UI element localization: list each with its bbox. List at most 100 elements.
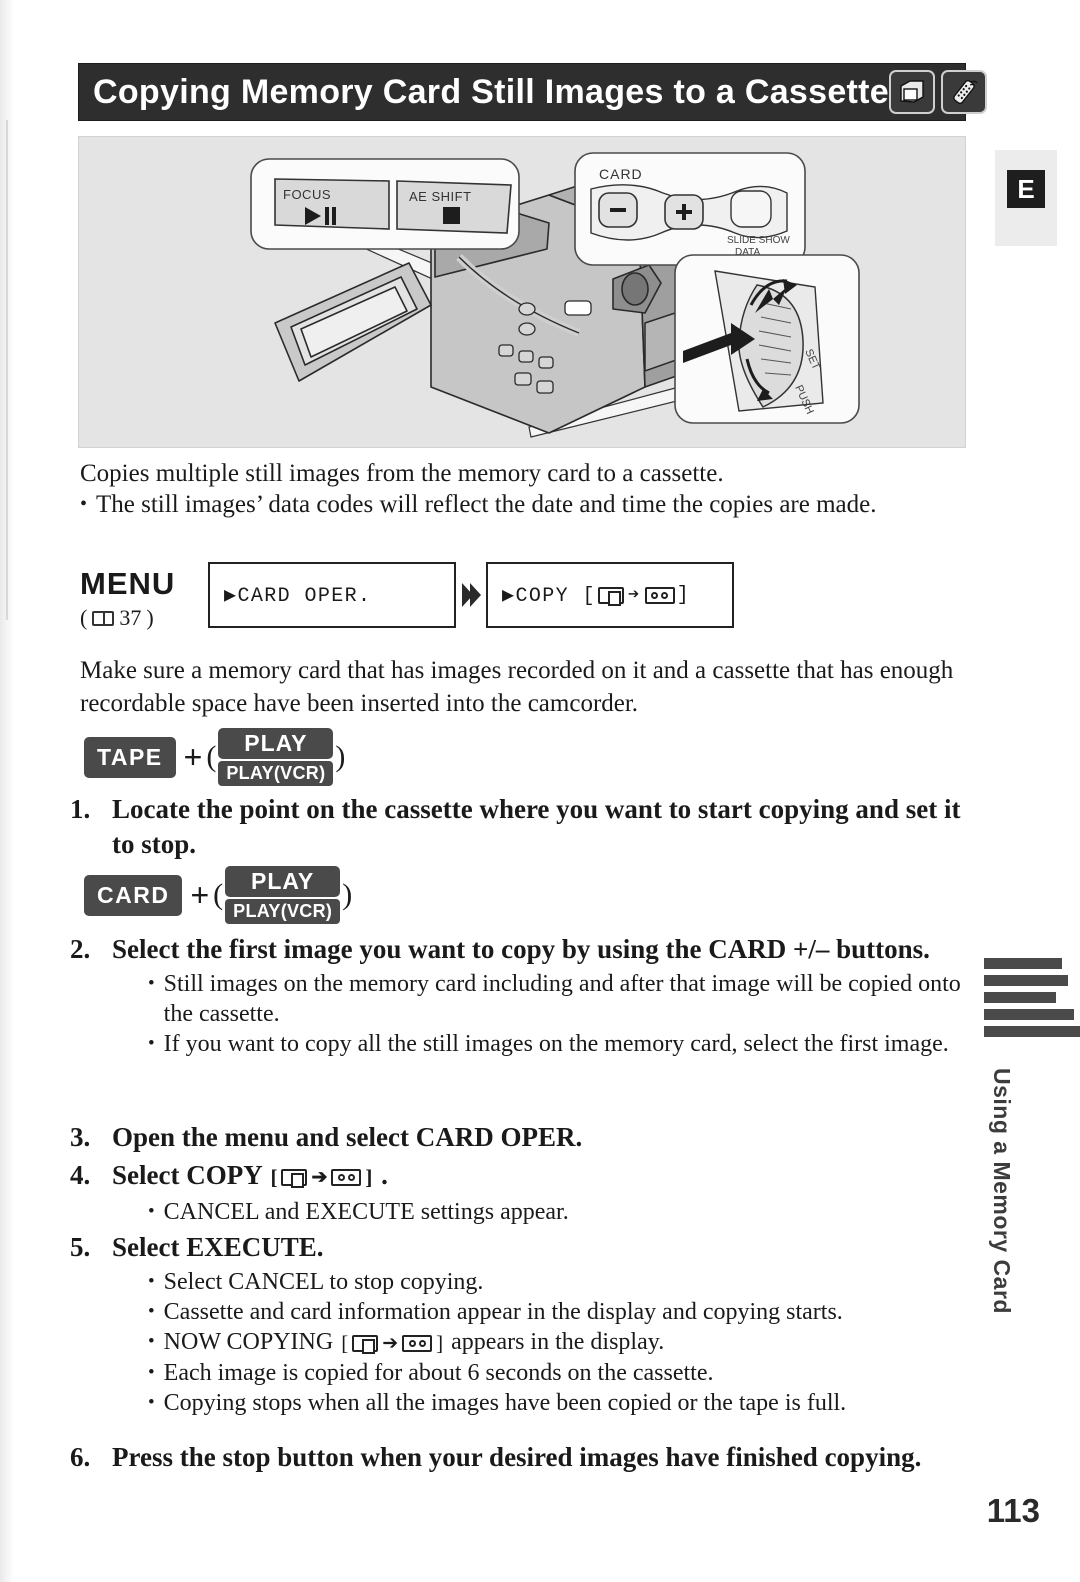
step-sub-item: • Cassette and card information appear i… (112, 1297, 970, 1327)
bullet-dot: • (148, 1392, 155, 1414)
side-tab-bars (984, 958, 1080, 1037)
bracket-close: ] (365, 1165, 373, 1190)
page-title: Copying Memory Card Still Images to a Ca… (93, 72, 889, 111)
step-title-prefix: Select COPY (112, 1160, 262, 1190)
step-sub-item: • Each image is copied for about 6 secon… (112, 1358, 970, 1388)
step-title-suffix: . (381, 1160, 388, 1190)
bullet-dot: • (148, 1033, 155, 1054)
step-sub-item: • Copying stops when all the images have… (112, 1388, 970, 1418)
svg-text:SLIDE SHOW: SLIDE SHOW (727, 235, 790, 246)
card-to-tape-glyph: [ ➔ ] (270, 1160, 372, 1195)
step-body: Select the first image you want to copy … (112, 932, 970, 1059)
side-tab-bar (984, 975, 1068, 986)
bullet-dot: • (148, 1201, 155, 1223)
step-sub-item: • If you want to copy all the still imag… (112, 1029, 970, 1059)
tape-reel-icon (661, 591, 669, 599)
side-tab-bar (984, 992, 1056, 1003)
step-title: Select COPY [ ➔ ] . (112, 1158, 970, 1195)
chapter-side-tab: Using a Memory Card (962, 958, 1080, 1338)
intro-text: Copies multiple still images from the me… (80, 458, 970, 520)
play-vcr-button[interactable]: PLAY(VCR) (218, 761, 334, 786)
step-sub-text: CANCEL and EXECUTE settings appear. (163, 1199, 569, 1226)
menu-screen-sequence: ▶CARD OPER. ▶COPY [ ➔ ] (208, 562, 734, 628)
menu-screen-card-oper: ▶CARD OPER. (208, 562, 456, 628)
memory-card-icon (889, 70, 935, 114)
menu-step-arrow-icon (456, 580, 486, 610)
step-body: Press the stop button when your desired … (112, 1440, 970, 1475)
bullet-dot: • (148, 1301, 155, 1322)
menu-screen2-prefix: ▶COPY [ (502, 585, 596, 608)
play-button-stack: PLAY PLAY(VCR) (225, 866, 341, 924)
section-header: Copying Memory Card Still Images to a Ca… (78, 63, 987, 121)
step-body: Select EXECUTE. • Select CANCEL to stop … (112, 1230, 970, 1418)
plus-symbol: + (183, 738, 203, 775)
step-title: Select EXECUTE. (112, 1232, 324, 1262)
camcorder-illustration: FOCUS AE SHIFT CARD SLIDE SHOW DATA SET … (78, 136, 966, 448)
step-1: 1. Locate the point on the cassette wher… (70, 792, 970, 862)
edge-tab-letter: E (1007, 170, 1045, 208)
menu-label-group: MENU ( 37 ) (80, 562, 208, 631)
step-body: Open the menu and select CARD OPER. (112, 1120, 970, 1155)
cassette-tape-glyph-icon (331, 1169, 362, 1187)
step-sub-item: • CANCEL and EXECUTE settings appear. (112, 1197, 970, 1227)
button-combo-tape: TAPE + ( PLAY PLAY(VCR) ) (84, 728, 347, 786)
play-button[interactable]: PLAY (225, 866, 341, 897)
memory-card-glyph-icon (352, 1334, 379, 1354)
step-sub-text: Cassette and card information appear in … (163, 1299, 843, 1325)
menu-ref-page: 37 (119, 605, 142, 630)
page-number: 113 (986, 1492, 1040, 1529)
intro-bullet-text: The still images’ data codes will reflec… (96, 491, 877, 518)
step-title: Locate the point on the cassette where y… (112, 794, 961, 859)
intro-bullet: • The still images’ data codes will refl… (80, 489, 970, 520)
step-sub-item-now-copying: • NOW COPYING [ ➔ ] appears in the displ… (112, 1327, 970, 1358)
book-icon (92, 610, 115, 626)
plus-symbol: + (190, 876, 210, 913)
step-number: 2. (70, 934, 91, 964)
step-2: 2. Select the first image you want to co… (70, 932, 970, 1059)
step-sub-text: Select CANCEL to stop copying. (163, 1269, 484, 1295)
menu-screen1-text: ▶CARD OPER. (224, 585, 372, 608)
scan-line-artifact (6, 120, 8, 620)
header-icon-group (889, 70, 987, 114)
svg-text:AE SHIFT: AE SHIFT (409, 189, 472, 204)
side-tab-bar (984, 1009, 1074, 1020)
step-sub-item: • Still images on the memory card includ… (112, 969, 970, 1029)
card-to-tape-glyph: ➔ (597, 583, 675, 606)
step-body: Locate the point on the cassette where y… (112, 792, 970, 862)
step-sub-text: Each image is copied for about 6 seconds… (163, 1360, 714, 1387)
step-number: 6. (70, 1442, 91, 1472)
arrow-right-icon: ➔ (311, 1167, 328, 1189)
paren-open: ( (213, 878, 224, 911)
tape-reel-icon (337, 1174, 345, 1182)
step-number: 3. (70, 1122, 91, 1152)
edge-marker-tab: E (995, 150, 1057, 246)
bullet-dot: • (80, 493, 88, 515)
arrow-right-icon: ➔ (627, 583, 641, 606)
side-tab-bar (984, 1026, 1080, 1037)
play-button[interactable]: PLAY (218, 728, 334, 759)
card-button[interactable]: CARD (84, 874, 183, 916)
play-vcr-button[interactable]: PLAY(VCR) (225, 899, 341, 924)
step-title: Open the menu and select CARD OPER. (112, 1122, 583, 1152)
step-3: 3. Open the menu and select CARD OPER. (70, 1120, 970, 1155)
paren-close: ) (342, 878, 353, 911)
step-number: 5. (70, 1232, 91, 1262)
paren-open: ( (206, 740, 217, 773)
step-sub-text: Copying stops when all the images have b… (163, 1390, 847, 1417)
paren-open: ( (80, 605, 88, 630)
step-sub-text: If you want to copy all the still images… (163, 1031, 949, 1057)
card-to-tape-glyph: [ ➔ ] (341, 1328, 443, 1358)
button-combo-card: CARD + ( PLAY PLAY(VCR) ) (84, 866, 354, 924)
intro-line: Copies multiple still images from the me… (80, 460, 724, 487)
tape-reel-icon (651, 591, 659, 599)
tape-reel-icon (347, 1174, 355, 1182)
chapter-label: Using a Memory Card (989, 1068, 1015, 1314)
svg-text:CARD: CARD (599, 166, 643, 182)
side-tab-bar (984, 958, 1062, 969)
svg-text:FOCUS: FOCUS (283, 187, 331, 202)
manual-page: Copying Memory Card Still Images to a Ca… (0, 0, 1080, 1582)
cassette-tape-glyph-icon (402, 1334, 433, 1352)
tape-button[interactable]: TAPE (84, 736, 176, 778)
bullet-dot: • (148, 1362, 155, 1384)
paren-close: ) (335, 740, 346, 773)
